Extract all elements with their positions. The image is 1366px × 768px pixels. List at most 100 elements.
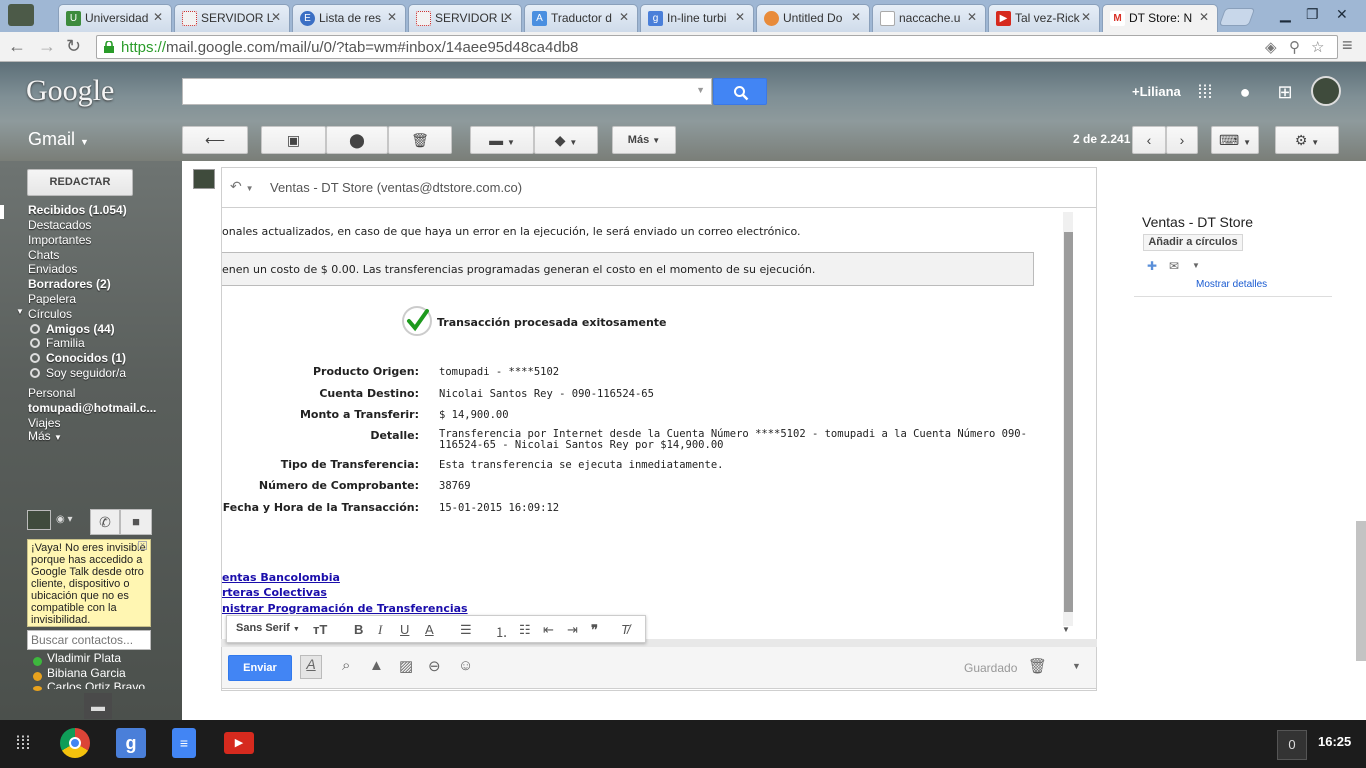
- minimize-icon[interactable]: ▁: [1280, 6, 1291, 23]
- contact-item[interactable]: Carlos Ortiz Bravo: [47, 680, 145, 689]
- remove-formatting-icon[interactable]: T̸: [621, 622, 629, 637]
- tab-close-icon[interactable]: ✕: [387, 10, 397, 24]
- share-plus-icon[interactable]: ⊞: [1273, 80, 1297, 104]
- tab-close-icon[interactable]: ✕: [503, 10, 513, 24]
- sidebar-item-drafts[interactable]: Borradores (2): [28, 277, 111, 291]
- hangout-chat-icon[interactable]: ✚: [1147, 259, 1157, 273]
- report-spam-button[interactable]: ⬤: [326, 126, 388, 154]
- discard-draft-trash-icon[interactable]: 🗑: [1028, 657, 1047, 675]
- gmail-app-switcher[interactable]: Gmail ▼: [28, 129, 89, 150]
- chrome-icon[interactable]: [60, 728, 90, 758]
- sidebar-item-trash[interactable]: Papelera: [28, 292, 76, 306]
- tab-8[interactable]: ▶ Tal vez-Rick ✕: [988, 4, 1100, 32]
- sidebar-item-starred[interactable]: Destacados: [28, 218, 91, 232]
- chat-bubble-icon[interactable]: ▬: [84, 693, 112, 719]
- search-options-icon[interactable]: ▼: [696, 85, 705, 95]
- address-bar[interactable]: https://mail.google.com/mail/u/0/?tab=wm…: [96, 35, 1338, 59]
- forward-icon[interactable]: →: [38, 36, 56, 57]
- tab-close-icon[interactable]: ✕: [619, 10, 629, 24]
- sidebar-item-inbox[interactable]: Recibidos (1.054): [28, 203, 127, 217]
- add-to-circles-button[interactable]: Añadir a círculos: [1143, 234, 1243, 251]
- more-actions-button[interactable]: Más ▼: [612, 126, 676, 154]
- tab-5[interactable]: g In-line turbi ✕: [640, 4, 754, 32]
- sidebar-item-friends[interactable]: Amigos (44): [46, 322, 115, 336]
- tab-close-icon[interactable]: ✕: [967, 10, 977, 24]
- input-tools-button[interactable]: ⌨ ▼: [1211, 126, 1259, 154]
- sidebar-item-important[interactable]: Importantes: [28, 233, 91, 247]
- zoom-icon[interactable]: ⚲: [1289, 38, 1300, 56]
- tab-3[interactable]: SERVIDOR L ✕: [408, 4, 522, 32]
- phone-call-button[interactable]: ✆: [90, 509, 120, 535]
- sidebar-item-hotmail[interactable]: tomupadi@hotmail.c...: [28, 401, 156, 415]
- back-to-inbox-button[interactable]: ⟵: [182, 126, 248, 154]
- quoted-link[interactable]: entas Bancolombia: [222, 571, 340, 584]
- youtube-icon[interactable]: ▶: [224, 732, 254, 754]
- bulleted-list-icon[interactable]: ☷: [519, 622, 531, 638]
- more-options-chevron-icon[interactable]: ▼: [1072, 661, 1081, 671]
- contact-item[interactable]: Vladimir Plata: [47, 651, 121, 665]
- emoji-icon[interactable]: ☺: [458, 657, 473, 674]
- contact-item[interactable]: Bibiana Garcia: [47, 666, 126, 680]
- browser-profile-icon[interactable]: [8, 4, 34, 26]
- tab-6[interactable]: Untitled Do ✕: [756, 4, 870, 32]
- extension-icon[interactable]: ◈: [1265, 38, 1277, 56]
- reply-type-dropdown[interactable]: ↶ ▼: [230, 178, 254, 195]
- attach-paperclip-icon[interactable]: ⌕: [342, 657, 350, 674]
- tab-2[interactable]: E Lista de res ✕: [292, 4, 406, 32]
- sidebar-item-circles[interactable]: ▼ Círculos: [16, 307, 72, 321]
- user-name-link[interactable]: +Liliana: [1132, 84, 1181, 99]
- move-to-button[interactable]: ▬ ▼: [470, 126, 534, 154]
- chat-status-dropdown-icon[interactable]: ◉ ▾: [56, 514, 73, 525]
- sidebar-item-travel[interactable]: Viajes: [28, 416, 60, 430]
- show-details-link[interactable]: Mostrar detalles: [1196, 279, 1267, 290]
- indent-more-icon[interactable]: ⇥: [567, 622, 578, 638]
- send-button[interactable]: Enviar: [228, 655, 292, 681]
- sidebar-item-chats[interactable]: Chats: [28, 248, 59, 262]
- notification-count[interactable]: 0: [1277, 730, 1307, 760]
- reply-recipient[interactable]: Ventas - DT Store (ventas@dtstore.com.co…: [270, 180, 522, 195]
- apps-grid-icon[interactable]: ⁞⁞⁞: [1193, 80, 1217, 104]
- email-envelope-icon[interactable]: ✉: [1169, 259, 1179, 273]
- quoted-link[interactable]: rteras Colectivas: [222, 586, 327, 599]
- insert-link-icon[interactable]: ⊖: [428, 657, 441, 675]
- sidebar-item-sent[interactable]: Enviados: [28, 262, 77, 276]
- quote-icon[interactable]: ❞: [591, 622, 598, 638]
- close-icon[interactable]: ×: [138, 541, 147, 550]
- tab-4[interactable]: A Traductor d ✕: [524, 4, 638, 32]
- restore-icon[interactable]: ❐: [1306, 6, 1319, 23]
- sidebar-item-following[interactable]: Soy seguidor/a: [46, 366, 126, 380]
- delete-button[interactable]: 🗑: [388, 126, 452, 154]
- underline-icon[interactable]: U: [400, 622, 409, 637]
- tab-close-icon[interactable]: ✕: [1081, 10, 1091, 24]
- quoted-link[interactable]: nistrar Programación de Transferencias: [222, 602, 468, 615]
- google-logo[interactable]: Google: [26, 74, 114, 108]
- chevron-down-icon[interactable]: ▼: [1192, 261, 1200, 270]
- text-color-icon[interactable]: A: [425, 622, 434, 637]
- font-size-icon[interactable]: ᴛT: [313, 622, 327, 637]
- search-button[interactable]: [713, 78, 767, 105]
- notifications-bell-icon[interactable]: ●: [1233, 80, 1257, 104]
- tab-9[interactable]: M DT Store: N ✕: [1102, 4, 1218, 32]
- archive-button[interactable]: ▣: [261, 126, 326, 154]
- video-call-button[interactable]: ■: [120, 509, 152, 535]
- indent-less-icon[interactable]: ⇤: [543, 622, 554, 638]
- app-launcher-grid-icon[interactable]: ⁞⁞⁞: [8, 728, 38, 758]
- page-scrollbar-thumb[interactable]: [1356, 521, 1366, 661]
- google-search-icon[interactable]: g: [116, 728, 146, 758]
- reload-icon[interactable]: ↻: [66, 36, 81, 57]
- bookmark-star-icon[interactable]: ☆: [1311, 38, 1324, 56]
- chrome-menu-icon[interactable]: ≡: [1342, 35, 1360, 56]
- search-input[interactable]: ▼: [182, 78, 712, 105]
- tab-close-icon[interactable]: ✕: [1199, 10, 1209, 24]
- chat-self-avatar[interactable]: [27, 510, 51, 530]
- italic-icon[interactable]: I: [378, 622, 382, 638]
- tab-close-icon[interactable]: ✕: [153, 10, 163, 24]
- tab-close-icon[interactable]: ✕: [271, 10, 281, 24]
- contact-search-input[interactable]: [27, 630, 151, 650]
- bold-icon[interactable]: B: [354, 622, 363, 637]
- labels-button[interactable]: ◆ ▼: [534, 126, 598, 154]
- formatting-options-icon[interactable]: A: [300, 655, 322, 679]
- editor-scrollbar-thumb[interactable]: [1064, 232, 1073, 612]
- newer-button[interactable]: ‹: [1132, 126, 1166, 154]
- google-drive-icon[interactable]: ▲: [369, 657, 384, 674]
